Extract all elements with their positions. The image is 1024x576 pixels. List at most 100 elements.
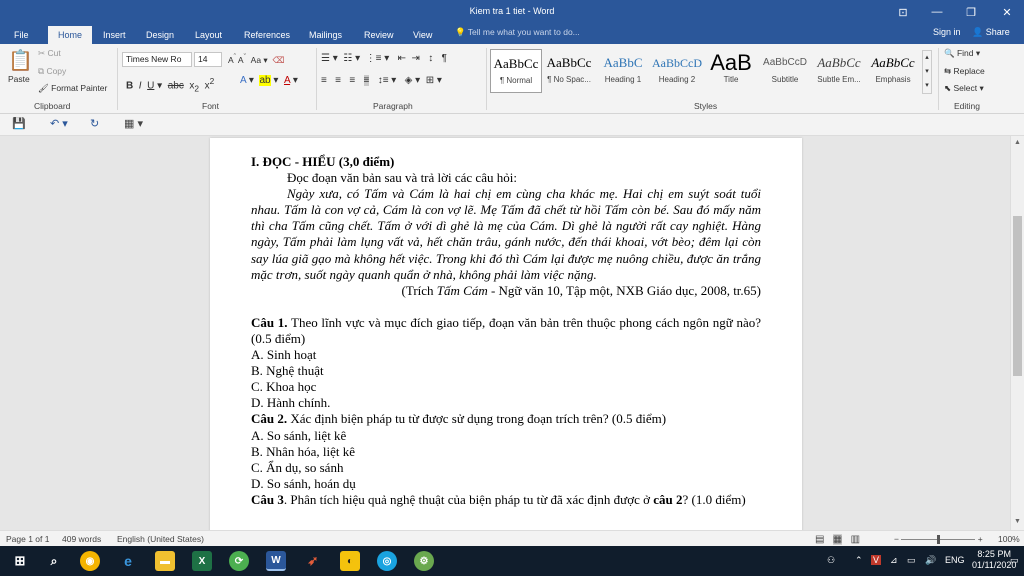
separator bbox=[938, 48, 939, 110]
save-icon[interactable]: 💾 bbox=[12, 117, 26, 130]
find-button[interactable]: 🔍 Find ▾ bbox=[944, 48, 980, 59]
style-subtle-emphasis[interactable]: AaBbCc Subtle Em... bbox=[813, 49, 865, 93]
option-text: D. So sánh, hoán dụ bbox=[251, 475, 356, 491]
style-no-spacing[interactable]: AaBbCc ¶ No Spac... bbox=[543, 49, 595, 93]
close-icon[interactable]: ✕ bbox=[990, 0, 1024, 24]
app-icon[interactable]: ◐ bbox=[340, 551, 360, 571]
word-icon[interactable]: W bbox=[266, 551, 286, 571]
ribbon-display-options-icon[interactable]: ⊡ bbox=[886, 0, 920, 24]
file-explorer-icon[interactable]: ▬ bbox=[155, 551, 175, 571]
cut-button[interactable]: ✂ Cut bbox=[38, 48, 61, 59]
style-normal[interactable]: AaBbCc ¶ Normal bbox=[490, 49, 542, 93]
scroll-down-icon[interactable]: ▼ bbox=[1014, 518, 1021, 525]
search-icon[interactable]: ⌕ bbox=[44, 551, 64, 571]
share-button[interactable]: 👤 Share bbox=[972, 27, 1010, 38]
scrollbar-thumb[interactable] bbox=[1013, 216, 1022, 376]
font-size-buttons[interactable]: Aˆ Aˇ Aa ▾ ⌫ bbox=[228, 53, 284, 66]
citation: (Trích Tấm Cám - Ngữ văn 10, Tập một, NX… bbox=[401, 282, 762, 298]
option-text: A. So sánh, liệt kê bbox=[251, 427, 347, 443]
scroll-up-icon[interactable]: ▲ bbox=[1014, 139, 1021, 146]
copy-button[interactable]: ⧉ Copy bbox=[38, 66, 66, 77]
chevron-up-icon[interactable]: ⌃ bbox=[855, 555, 863, 566]
format-painter-button[interactable]: 🖌 Format Painter bbox=[38, 83, 107, 94]
window-title: Kiem tra 1 tiet - Word bbox=[469, 6, 555, 16]
tab-insert[interactable]: Insert bbox=[97, 26, 132, 44]
app-icon[interactable]: ⚙ bbox=[414, 551, 434, 571]
style-emphasis[interactable]: AaBbCc Emphasis bbox=[867, 49, 919, 93]
customize-toolbar-icon[interactable]: ▦ ▾ bbox=[124, 117, 143, 130]
volume-icon[interactable]: 🔊 bbox=[925, 555, 936, 566]
tab-design[interactable]: Design bbox=[140, 26, 180, 44]
option-text: C. Ẩn dụ, so sánh bbox=[251, 459, 344, 475]
question-2: Câu 2. Xác định biện pháp tu từ được sử … bbox=[251, 411, 667, 427]
windows-start-icon[interactable]: ⊞ bbox=[10, 551, 30, 571]
font-format-buttons[interactable]: B I U ▾ abc x2 x2 bbox=[126, 76, 214, 93]
align-buttons[interactable]: ≡ ≡ ≡ ≡ ↕≡ ▾ ◈ ▾ ⊞ ▾ bbox=[321, 75, 442, 86]
tab-file[interactable]: File bbox=[8, 26, 35, 44]
tab-mailings[interactable]: Mailings bbox=[303, 26, 348, 44]
style-heading-1[interactable]: AaBbC Heading 1 bbox=[597, 49, 649, 93]
taskbar: ⊞ ⌕ ◉ e ▬ X ⟳ W ➶ ◐ ◎ ⚙ ⚇ ⌃ V ⊿ ▭ 🔊 ENG … bbox=[0, 546, 1024, 576]
wifi-icon[interactable]: ⊿ bbox=[890, 555, 898, 566]
section-heading: I. ĐỌC - HIỂU (3,0 điểm) bbox=[251, 154, 395, 169]
tab-review[interactable]: Review bbox=[358, 26, 400, 44]
page-count[interactable]: Page 1 of 1 bbox=[6, 534, 49, 544]
chrome-icon[interactable]: ◉ bbox=[80, 551, 100, 571]
minimize-icon[interactable]: — bbox=[920, 0, 954, 24]
font-size-combo[interactable]: 14 bbox=[194, 52, 222, 67]
tell-me-box[interactable]: 💡 Tell me what you want to do... bbox=[455, 27, 580, 38]
battery-icon[interactable]: ▭ bbox=[907, 555, 916, 566]
lightbulb-icon: 💡 bbox=[455, 27, 468, 37]
document-area[interactable]: I. ĐỌC - HIỂU (3,0 điểm) Đọc đoạn văn bả… bbox=[0, 136, 1010, 530]
zoom-level[interactable]: 100% bbox=[998, 534, 1020, 544]
app-icon[interactable]: ◎ bbox=[377, 551, 397, 571]
notification-icon[interactable]: ▭ bbox=[1010, 555, 1019, 566]
option-text: A. Sinh hoạt bbox=[251, 347, 317, 363]
ribbon-tabs: File Home Insert Design Layout Reference… bbox=[0, 24, 1024, 44]
vertical-scrollbar[interactable]: ▲ ▼ bbox=[1010, 136, 1024, 530]
search-icon: 🔍 bbox=[944, 48, 957, 58]
document-body[interactable]: I. ĐỌC - HIỂU (3,0 điểm) Đọc đoạn văn bả… bbox=[251, 154, 761, 508]
styles-group-label: Styles bbox=[694, 101, 718, 111]
style-heading-2[interactable]: AaBbCcD Heading 2 bbox=[651, 49, 703, 93]
select-button[interactable]: ⬉ Select ▾ bbox=[944, 83, 984, 94]
document-page[interactable]: I. ĐỌC - HIỂU (3,0 điểm) Đọc đoạn văn bả… bbox=[210, 138, 802, 530]
question-3: Câu 3. Phân tích hiệu quả nghệ thuật của… bbox=[251, 491, 746, 507]
tab-layout[interactable]: Layout bbox=[189, 26, 228, 44]
excel-icon[interactable]: X bbox=[192, 551, 212, 571]
paste-button[interactable]: Paste bbox=[8, 74, 30, 84]
ribbon-home: 📋 Paste ✂ Cut ⧉ Copy 🖌 Format Painter Cl… bbox=[0, 44, 1024, 114]
zoom-slider[interactable]: − + bbox=[894, 534, 983, 545]
brush-icon: 🖌 bbox=[38, 83, 52, 93]
option-text: D. Hành chính. bbox=[251, 395, 331, 411]
antivirus-icon[interactable]: V bbox=[871, 555, 882, 565]
paste-icon[interactable]: 📋 bbox=[8, 48, 33, 73]
tab-references[interactable]: References bbox=[238, 26, 296, 44]
tab-home[interactable]: Home bbox=[48, 26, 92, 44]
replace-button[interactable]: ⇆ Replace bbox=[944, 66, 985, 77]
people-icon[interactable]: ⚇ bbox=[827, 555, 835, 566]
quick-access-toolbar: 💾 ↶ ▾ ↻ ▦ ▾ bbox=[0, 114, 1024, 136]
app-icon[interactable]: ⟳ bbox=[229, 551, 249, 571]
paragraph-group-label: Paragraph bbox=[373, 101, 413, 111]
undo-icon[interactable]: ↶ ▾ bbox=[50, 117, 68, 130]
edge-icon[interactable]: e bbox=[118, 551, 138, 571]
clipboard-group-label: Clipboard bbox=[34, 101, 71, 111]
language-indicator[interactable]: ENG bbox=[945, 555, 965, 565]
option-text: C. Khoa học bbox=[251, 379, 317, 395]
style-title[interactable]: AaB Title bbox=[705, 49, 757, 93]
tab-view[interactable]: View bbox=[407, 26, 438, 44]
view-mode-buttons[interactable]: ▤ ▦ ▥ bbox=[815, 534, 860, 545]
word-count[interactable]: 409 words bbox=[62, 534, 101, 544]
restore-icon[interactable]: ❐ bbox=[954, 0, 988, 24]
font-name-combo[interactable]: Times New Ro bbox=[122, 52, 192, 67]
styles-scroll-buttons[interactable]: ▴ ▾ ▾ bbox=[922, 50, 932, 94]
redo-icon[interactable]: ↻ bbox=[90, 117, 99, 130]
language-status[interactable]: English (United States) bbox=[117, 534, 204, 544]
sign-in-link[interactable]: Sign in bbox=[933, 27, 961, 37]
list-buttons[interactable]: ☰ ▾ ☷ ▾ ⋮≡ ▾ ⇤ ⇥ ↕ ¶ bbox=[321, 53, 447, 64]
font-color-buttons[interactable]: A ▾ ab ▾ A ▾ bbox=[240, 75, 298, 86]
app-icon[interactable]: ➶ bbox=[303, 551, 323, 571]
style-subtitle[interactable]: AaBbCcD Subtitle bbox=[759, 49, 811, 93]
